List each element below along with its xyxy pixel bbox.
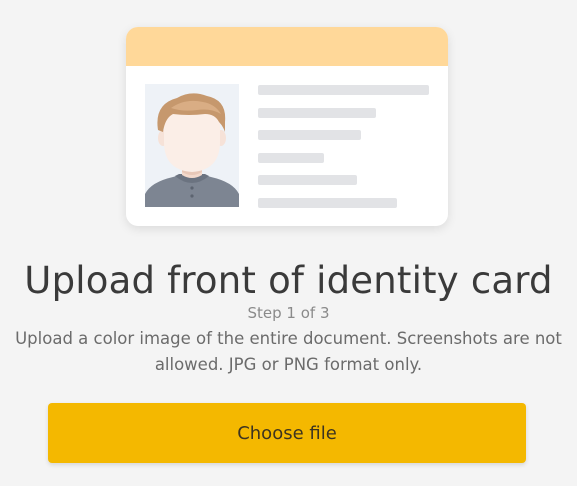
upload-page: Upload front of identity card Step 1 of …	[0, 0, 577, 486]
identity-card-illustration	[126, 27, 448, 226]
card-text-line	[258, 108, 376, 118]
card-text-line	[258, 175, 357, 185]
card-header-band	[126, 27, 448, 66]
card-photo	[145, 84, 239, 207]
card-text-line	[258, 130, 361, 140]
step-indicator: Step 1 of 3	[247, 304, 330, 322]
person-portrait-icon	[145, 93, 239, 207]
page-title: Upload front of identity card	[24, 259, 553, 302]
card-text-line	[258, 153, 324, 163]
card-text-line	[258, 198, 397, 208]
card-text-line	[258, 85, 429, 95]
upload-instructions: Upload a color image of the entire docum…	[15, 329, 562, 374]
choose-file-button[interactable]: Choose file	[48, 403, 526, 463]
